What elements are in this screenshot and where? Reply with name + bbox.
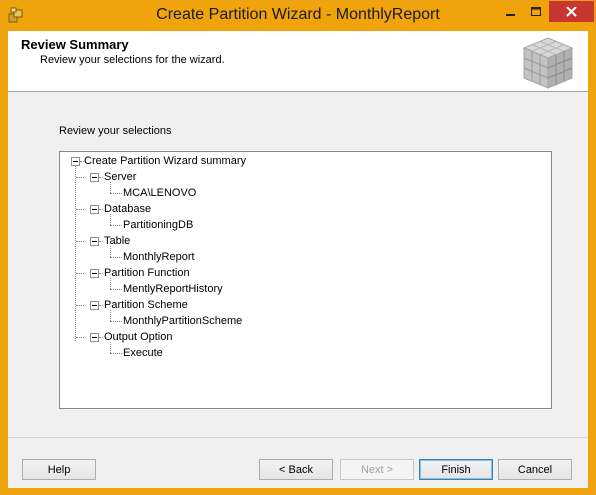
tree-connector xyxy=(110,353,122,354)
tree-value-database[interactable]: PartitioningDB xyxy=(123,217,193,233)
tree-connector xyxy=(110,246,111,257)
tree-connector xyxy=(99,241,103,242)
tree-connector xyxy=(110,321,122,322)
page-title: Review Summary xyxy=(21,37,129,52)
minimize-button[interactable] xyxy=(498,1,524,22)
tree-connector xyxy=(110,214,111,225)
tree-connector xyxy=(110,257,122,258)
review-label: Review your selections xyxy=(59,125,172,137)
tree-connector xyxy=(110,342,111,353)
tree-value-output-option[interactable]: Execute xyxy=(123,345,163,361)
finish-button[interactable]: Finish xyxy=(419,459,493,480)
tree-item-server[interactable]: Server xyxy=(104,169,136,185)
tree-value-partition-function[interactable]: MentlyReportHistory xyxy=(123,281,223,297)
tree-connector xyxy=(110,289,122,290)
tree-connector xyxy=(99,177,103,178)
cube-icon xyxy=(522,37,574,89)
collapse-icon[interactable] xyxy=(90,173,99,182)
maximize-icon xyxy=(531,6,541,16)
summary-tree[interactable]: Create Partition Wizard summary Server M… xyxy=(59,151,552,409)
wizard-client-area: Review Summary Review your selections fo… xyxy=(8,31,588,488)
back-button[interactable]: < Back xyxy=(259,459,333,480)
tree-connector xyxy=(99,305,103,306)
collapse-icon[interactable] xyxy=(90,205,99,214)
collapse-icon[interactable] xyxy=(90,269,99,278)
tree-value-server[interactable]: MCA\LENOVO xyxy=(123,185,196,201)
wizard-window: Create Partition Wizard - MonthlyReport … xyxy=(0,0,596,495)
tree-connector xyxy=(110,310,111,321)
collapse-icon[interactable] xyxy=(90,301,99,310)
next-button[interactable]: Next > xyxy=(340,459,414,480)
collapse-icon[interactable] xyxy=(90,237,99,246)
page-subtitle: Review your selections for the wizard. xyxy=(40,54,225,66)
tree-connector xyxy=(110,182,111,193)
wizard-body: Review your selections Create Partition … xyxy=(8,92,588,437)
close-button[interactable] xyxy=(549,1,594,22)
tree-connector xyxy=(99,337,103,338)
tree-value-table[interactable]: MonthlyReport xyxy=(123,249,195,265)
close-icon xyxy=(566,6,577,17)
tree-item-partition-scheme[interactable]: Partition Scheme xyxy=(104,297,188,313)
tree-connector xyxy=(76,241,84,242)
collapse-icon[interactable] xyxy=(90,333,99,342)
tree-connector xyxy=(110,278,111,289)
tree-item-table[interactable]: Table xyxy=(104,233,130,249)
tree-connector xyxy=(76,337,84,338)
tree-connector xyxy=(76,305,84,306)
help-button[interactable]: Help xyxy=(22,459,96,480)
tree-item-output-option[interactable]: Output Option xyxy=(104,329,173,345)
minimize-icon xyxy=(506,13,515,16)
tree-item-database[interactable]: Database xyxy=(104,201,151,217)
cancel-button[interactable]: Cancel xyxy=(498,459,572,480)
tree-connector xyxy=(99,273,103,274)
wizard-footer: Help < Back Next > Finish Cancel xyxy=(8,437,588,488)
maximize-button[interactable] xyxy=(524,1,549,22)
tree-connector xyxy=(110,225,122,226)
collapse-icon[interactable] xyxy=(71,157,80,166)
tree-connector xyxy=(75,165,76,341)
title-bar[interactable]: Create Partition Wizard - MonthlyReport xyxy=(1,1,595,31)
tree-connector xyxy=(110,193,122,194)
tree-connector xyxy=(76,177,84,178)
tree-item-partition-function[interactable]: Partition Function xyxy=(104,265,190,281)
tree-connector xyxy=(76,209,84,210)
tree-connector xyxy=(99,209,103,210)
tree-connector xyxy=(76,273,84,274)
tree-value-partition-scheme[interactable]: MonthlyPartitionScheme xyxy=(123,313,242,329)
tree-root-label[interactable]: Create Partition Wizard summary xyxy=(84,153,246,169)
wizard-header: Review Summary Review your selections fo… xyxy=(8,31,588,92)
